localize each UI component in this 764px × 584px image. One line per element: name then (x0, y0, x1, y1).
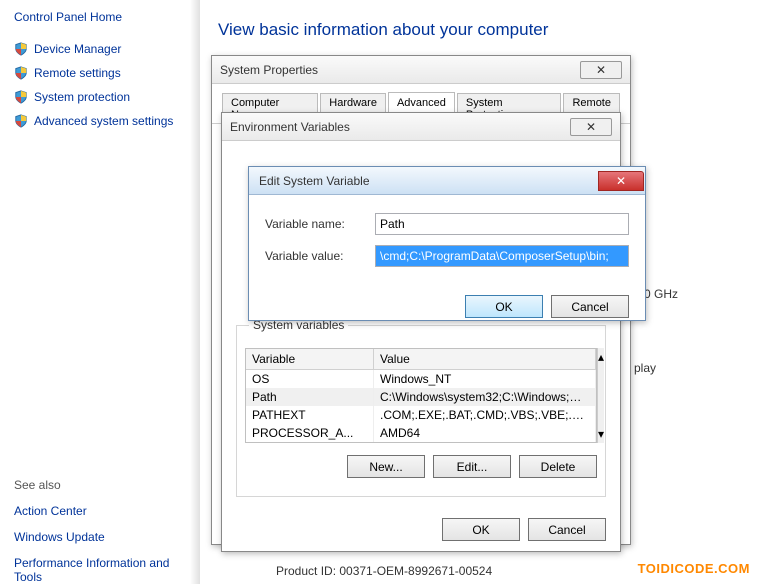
env-cancel-button[interactable]: Cancel (528, 518, 606, 541)
edit-variable-button[interactable]: Edit... (433, 455, 511, 478)
new-variable-button[interactable]: New... (347, 455, 425, 478)
variable-name-label: Variable name: (265, 217, 375, 231)
variable-name-input[interactable] (375, 213, 629, 235)
env-title: Environment Variables (230, 120, 350, 134)
close-button[interactable]: ✕ (580, 61, 622, 79)
system-properties-title: System Properties (220, 63, 318, 77)
see-also-action-center[interactable]: Action Center (14, 504, 186, 518)
edit-title: Edit System Variable (259, 174, 370, 188)
sidebar-item-advanced-settings[interactable]: Advanced system settings (14, 114, 186, 128)
sidebar-item-label: Remote settings (34, 66, 121, 80)
display-fragment: play (634, 361, 656, 375)
env-ok-button[interactable]: OK (442, 518, 520, 541)
scrollbar[interactable]: ▴ ▾ (597, 348, 604, 443)
column-value[interactable]: Value (374, 349, 596, 369)
close-icon: ✕ (616, 174, 626, 188)
edit-variable-dialog: Edit System Variable ✕ Variable name: Va… (248, 166, 646, 321)
shield-icon (14, 114, 28, 128)
product-id: Product ID: 00371-OEM-8992671-00524 (276, 564, 492, 578)
variable-value-input[interactable] (375, 245, 629, 267)
shield-icon (14, 42, 28, 56)
delete-variable-button[interactable]: Delete (519, 455, 597, 478)
edit-ok-button[interactable]: OK (465, 295, 543, 318)
scroll-up-icon[interactable]: ▴ (598, 350, 604, 364)
see-also-performance-info[interactable]: Performance Information and Tools (14, 556, 186, 584)
scroll-down-icon[interactable]: ▾ (598, 427, 604, 441)
table-row[interactable]: PathC:\Windows\system32;C:\Windows;C:\..… (246, 388, 596, 406)
sidebar-item-label: Device Manager (34, 42, 121, 56)
sidebar-item-device-manager[interactable]: Device Manager (14, 42, 186, 56)
sidebar-item-label: System protection (34, 90, 130, 104)
control-panel-home-link[interactable]: Control Panel Home (14, 10, 186, 24)
edit-titlebar[interactable]: Edit System Variable ✕ (249, 167, 645, 195)
table-row[interactable]: PROCESSOR_A...AMD64 (246, 424, 596, 442)
shield-icon (14, 90, 28, 104)
see-also-windows-update[interactable]: Windows Update (14, 530, 186, 544)
table-row[interactable]: OSWindows_NT (246, 370, 596, 388)
page-title: View basic information about your comput… (218, 20, 764, 40)
watermark: TOIDICODE.COM (638, 561, 750, 576)
see-also-heading: See also (14, 478, 186, 492)
close-button[interactable]: ✕ (570, 118, 612, 136)
system-properties-titlebar[interactable]: System Properties ✕ (212, 56, 630, 84)
sidebar-item-system-protection[interactable]: System protection (14, 90, 186, 104)
sidebar-item-label: Advanced system settings (34, 114, 173, 128)
variable-value-label: Variable value: (265, 249, 375, 263)
system-variables-group: System variables Variable Value OSWindow… (236, 325, 606, 497)
sidebar: Control Panel Home Device Manager Remote… (0, 0, 200, 584)
table-row[interactable]: PATHEXT.COM;.EXE;.BAT;.CMD;.VBS;.VBE;.JS… (246, 406, 596, 424)
column-variable[interactable]: Variable (246, 349, 374, 369)
shield-icon (14, 66, 28, 80)
system-variables-table[interactable]: Variable Value OSWindows_NT PathC:\Windo… (245, 348, 597, 443)
edit-cancel-button[interactable]: Cancel (551, 295, 629, 318)
close-icon: ✕ (596, 63, 606, 77)
main-panel: View basic information about your comput… (218, 0, 764, 58)
close-icon: ✕ (586, 120, 596, 134)
env-titlebar[interactable]: Environment Variables ✕ (222, 113, 620, 141)
close-button[interactable]: ✕ (598, 171, 644, 191)
sidebar-item-remote-settings[interactable]: Remote settings (14, 66, 186, 80)
